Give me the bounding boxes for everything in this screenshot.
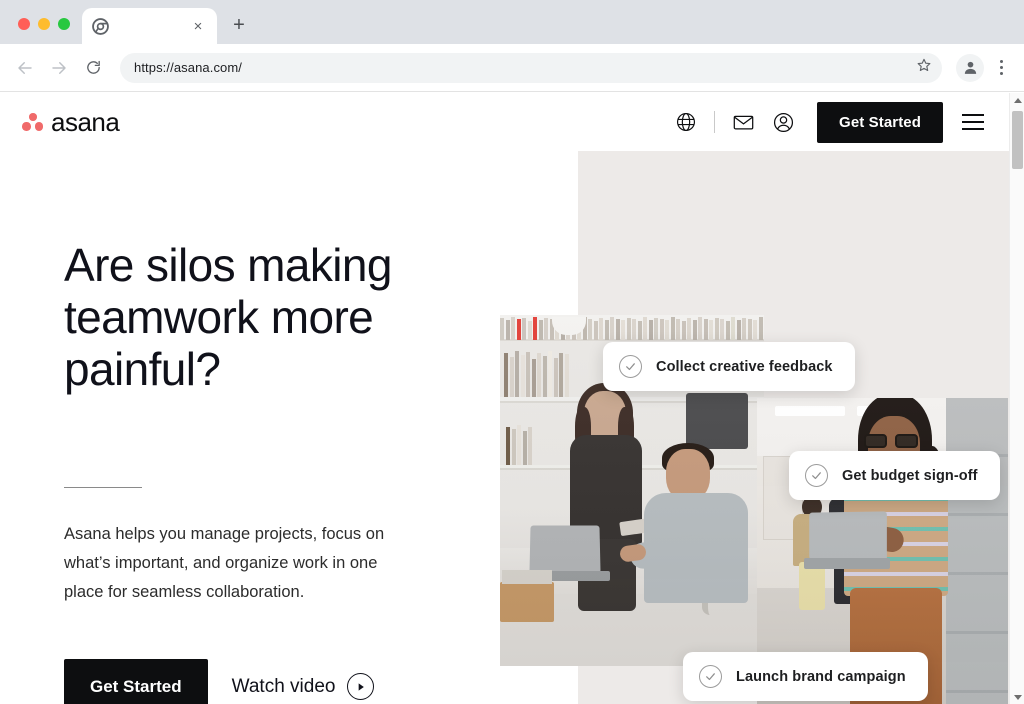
task-card[interactable]: Collect creative feedback: [603, 342, 855, 391]
globe-icon[interactable]: [666, 102, 706, 142]
watch-video-label: Watch video: [231, 675, 336, 697]
task-card[interactable]: Launch brand campaign: [683, 652, 928, 701]
site-header: asana Get Started: [0, 93, 1009, 151]
scroll-down-arrow[interactable]: [1010, 690, 1024, 704]
tab-close-button[interactable]: ×: [189, 17, 207, 35]
hero-section: Collect creative feedback Get budget sig…: [0, 93, 1009, 704]
check-circle-icon: [619, 355, 642, 378]
kebab-menu-icon[interactable]: [988, 54, 1014, 82]
asana-dots-icon: [22, 113, 44, 131]
address-bar[interactable]: https://asana.com/: [120, 52, 942, 83]
envelope-icon[interactable]: [723, 102, 763, 142]
forward-button[interactable]: [44, 53, 74, 83]
header-divider: [714, 111, 716, 133]
reload-button[interactable]: [78, 53, 108, 83]
watch-video-button[interactable]: Watch video: [231, 673, 375, 701]
chrome-icon: [92, 17, 109, 35]
browser-toolbar: https://asana.com/: [0, 44, 1024, 92]
hero-subtext: Asana helps you manage projects, focus o…: [64, 524, 385, 601]
task-card-label: Launch brand campaign: [736, 668, 906, 685]
header-actions: Get Started: [666, 101, 1009, 143]
play-icon: [347, 673, 375, 701]
task-card-label: Get budget sign-off: [842, 467, 978, 484]
page-title: Are silos making teamwork more painful?: [64, 239, 392, 395]
window-zoom-button[interactable]: [58, 18, 70, 30]
check-circle-icon: [805, 464, 828, 487]
user-circle-icon[interactable]: [763, 102, 803, 142]
header-get-started-button[interactable]: Get Started: [817, 101, 943, 143]
hero-copy: Are silos making teamwork more painful? …: [64, 239, 464, 704]
browser-window: × + https://asana.com/ Collect creative …: [0, 0, 1024, 704]
check-circle-icon: [699, 665, 722, 688]
bookmark-star-icon[interactable]: [916, 57, 932, 78]
scrollbar-thumb[interactable]: [1012, 111, 1023, 169]
window-minimize-button[interactable]: [38, 18, 50, 30]
profile-avatar-icon[interactable]: [956, 53, 984, 82]
asana-logo[interactable]: asana: [22, 106, 120, 138]
scroll-up-arrow[interactable]: [1010, 93, 1024, 107]
back-button[interactable]: [10, 53, 40, 83]
divider: [64, 486, 142, 488]
hamburger-icon[interactable]: [951, 102, 995, 142]
brand-name: asana: [51, 106, 120, 137]
window-close-button[interactable]: [18, 18, 30, 30]
task-card[interactable]: Get budget sign-off: [789, 451, 1000, 500]
new-tab-button[interactable]: +: [225, 11, 253, 39]
address-bar-url: https://asana.com/: [134, 60, 243, 75]
window-controls: [12, 18, 82, 44]
page-viewport: Collect creative feedback Get budget sig…: [0, 93, 1024, 704]
task-card-label: Collect creative feedback: [656, 358, 833, 375]
hero-cta-row: Get Started Watch video: [64, 658, 464, 704]
hero-get-started-button[interactable]: Get Started: [64, 658, 208, 704]
tab-strip: × +: [0, 0, 1024, 44]
browser-tab[interactable]: ×: [82, 8, 217, 44]
page-scrollbar[interactable]: [1009, 93, 1024, 704]
